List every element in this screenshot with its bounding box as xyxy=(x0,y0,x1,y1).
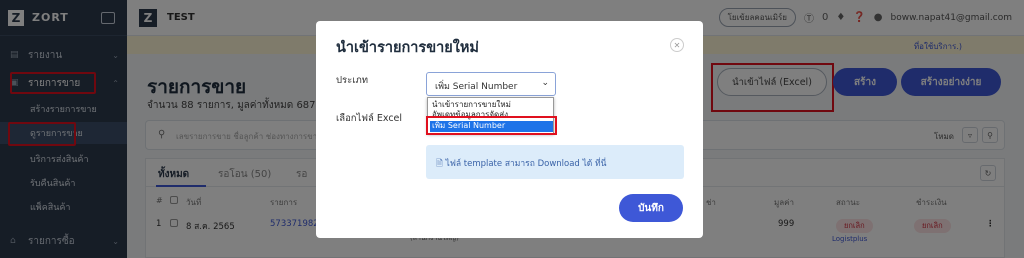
file-icon: 🗎 xyxy=(436,159,446,169)
template-info-box: 🗎 ไฟล์ template สามารถ Download ได้ ที่น… xyxy=(426,145,684,179)
modal-title: นำเข้ารายการขายใหม่ xyxy=(336,40,479,56)
chevron-down-icon: ⌄ xyxy=(541,78,549,88)
close-icon[interactable]: ✕ xyxy=(670,38,684,52)
file-label: เลือกไฟล์ Excel xyxy=(336,113,403,124)
highlight-serial-option xyxy=(426,116,557,135)
type-label: ประเภท xyxy=(336,75,369,86)
import-sales-modal: นำเข้ารายการขายใหม่ ✕ ประเภท เพิ่ม Seria… xyxy=(316,21,703,238)
type-select[interactable]: เพิ่ม Serial Number ⌄ xyxy=(426,72,556,96)
template-info-text[interactable]: ไฟล์ template สามารถ Download ได้ ที่นี่ xyxy=(446,159,607,169)
dropdown-option[interactable]: นำเข้ารายการขายใหม่ xyxy=(430,100,553,110)
type-select-value: เพิ่ม Serial Number xyxy=(435,82,518,92)
save-button[interactable]: บันทึก xyxy=(619,194,683,222)
